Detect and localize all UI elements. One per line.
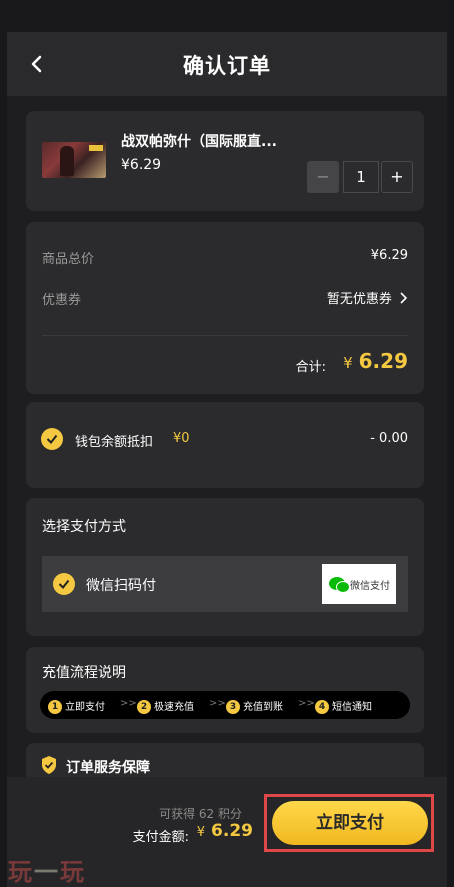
step-label: 立即支付 bbox=[65, 702, 105, 713]
pay-currency: ¥ bbox=[196, 825, 206, 840]
wallet-deduction: - 0.00 bbox=[370, 431, 408, 446]
wechat-icon-bubble bbox=[336, 581, 350, 593]
flow-separator: >> bbox=[298, 698, 315, 709]
coupon-selector[interactable]: 暂无优惠券 bbox=[327, 288, 408, 307]
payment-method-label: 微信扫码付 bbox=[86, 578, 156, 594]
watermark-char: 玩 bbox=[60, 858, 86, 886]
product-price: ¥6.29 bbox=[121, 157, 162, 173]
site-watermark-logo: 玩一玩 bbox=[8, 852, 86, 887]
step-number: 1 bbox=[48, 700, 62, 714]
pay-amount-value: 6.29 bbox=[211, 821, 253, 841]
wallet-checkbox[interactable] bbox=[41, 428, 63, 450]
subtotal-label: 商品总价 bbox=[42, 252, 95, 267]
divider bbox=[42, 335, 408, 336]
wallet-card: 钱包余额抵扣 ¥0 - 0.00 bbox=[26, 402, 424, 488]
watermark-char: 一 bbox=[34, 858, 60, 886]
shield-check-icon bbox=[42, 756, 56, 774]
pay-amount: ¥6.29 bbox=[197, 821, 253, 841]
wallet-label: 钱包余额抵扣 bbox=[75, 435, 154, 450]
thumbnail-figure bbox=[60, 146, 74, 176]
quantity-input[interactable]: 1 bbox=[343, 161, 379, 193]
flow-steps: 1 立即支付 >> 2 极速充值 >> 3 充值到账 >> 4 短信通知 bbox=[40, 691, 410, 719]
pay-now-button[interactable]: 立即支付 bbox=[272, 801, 428, 845]
flow-separator: >> bbox=[209, 698, 226, 709]
total-currency: ¥ bbox=[343, 354, 353, 372]
product-thumbnail[interactable] bbox=[42, 142, 106, 178]
increment-button[interactable]: + bbox=[381, 161, 413, 193]
subtotal-value: ¥6.29 bbox=[370, 248, 408, 263]
flow-step-4: 4 短信通知 bbox=[315, 698, 372, 714]
total-label: 合计: bbox=[295, 360, 326, 375]
header-bar: 确认订单 bbox=[7, 32, 447, 96]
coupon-label: 优惠券 bbox=[42, 293, 82, 308]
pay-amount-label: 支付金额: bbox=[132, 830, 189, 845]
flow-title: 充值流程说明 bbox=[42, 665, 126, 681]
step-label: 充值到账 bbox=[243, 702, 283, 713]
decrement-button[interactable]: − bbox=[307, 161, 339, 193]
check-icon bbox=[58, 579, 70, 590]
total-amount: ¥6.29 bbox=[343, 349, 408, 373]
wechat-pay-text: 微信支付 bbox=[350, 581, 390, 592]
watermark-char: 玩 bbox=[8, 858, 34, 886]
points-info: 可获得 62 积分 bbox=[159, 807, 242, 821]
price-summary-card: 商品总价 ¥6.29 优惠券 暂无优惠券 合计: ¥6.29 bbox=[26, 222, 424, 394]
check-icon bbox=[46, 434, 58, 445]
step-label: 极速充值 bbox=[154, 702, 194, 713]
chevron-right-icon bbox=[400, 292, 408, 304]
thumbnail-logo bbox=[89, 145, 103, 151]
flow-step-3: 3 充值到账 bbox=[226, 698, 283, 714]
step-label: 短信通知 bbox=[332, 702, 372, 713]
flow-step-2: 2 极速充值 bbox=[137, 698, 194, 714]
wechat-pay-logo: 微信支付 bbox=[322, 564, 396, 604]
flow-separator: >> bbox=[120, 698, 137, 709]
step-number: 3 bbox=[226, 700, 240, 714]
payment-option-wechat[interactable]: 微信扫码付 微信支付 bbox=[42, 556, 408, 612]
payment-section-title: 选择支付方式 bbox=[42, 519, 126, 535]
total-value: 6.29 bbox=[358, 349, 408, 373]
recharge-flow-card: 充值流程说明 1 立即支付 >> 2 极速充值 >> 3 充值到账 >> 4 短信通知 bbox=[26, 647, 424, 733]
coupon-value: 暂无优惠券 bbox=[326, 292, 392, 307]
step-number: 2 bbox=[137, 700, 151, 714]
guarantee-title: 订单服务保障 bbox=[66, 760, 150, 776]
product-card: 战双帕弥什（国际服直... ¥6.29 − 1 + bbox=[26, 111, 424, 211]
product-name[interactable]: 战双帕弥什（国际服直... bbox=[121, 131, 277, 151]
payment-method-card: 选择支付方式 微信扫码付 微信支付 bbox=[26, 498, 424, 636]
wallet-balance: ¥0 bbox=[173, 431, 190, 446]
page-title: 确认订单 bbox=[183, 54, 271, 78]
app-screen: 确认订单 战双帕弥什（国际服直... ¥6.29 − 1 + 商品总价 ¥6.2… bbox=[7, 32, 447, 887]
payment-radio[interactable] bbox=[53, 573, 75, 595]
step-number: 4 bbox=[315, 700, 329, 714]
flow-step-1: 1 立即支付 bbox=[48, 698, 105, 714]
